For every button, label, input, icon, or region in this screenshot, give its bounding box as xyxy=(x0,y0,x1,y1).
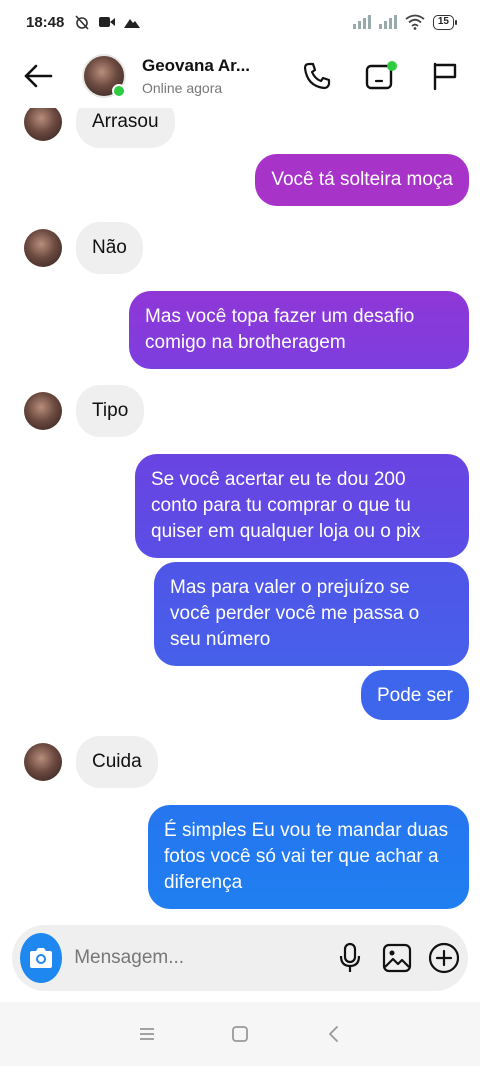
video-active-dot xyxy=(387,61,397,71)
message-outgoing: Pode ser xyxy=(360,670,469,720)
online-indicator xyxy=(112,84,126,98)
plus-circle-icon xyxy=(428,942,460,974)
report-button[interactable] xyxy=(428,59,462,93)
message-composer xyxy=(12,925,468,991)
message-bubble[interactable]: É simples Eu vou te mandar duas fotos vo… xyxy=(148,805,469,909)
message-bubble[interactable]: Se você acertar eu te dou 200 conto para… xyxy=(135,454,469,558)
back-button[interactable] xyxy=(20,58,56,94)
system-nav-bar xyxy=(0,1002,480,1066)
battery-icon: 15 xyxy=(432,14,458,30)
sender-avatar[interactable] xyxy=(24,392,62,430)
wifi-icon xyxy=(405,14,425,30)
signal-icon-2 xyxy=(378,15,397,29)
camera-icon xyxy=(30,948,53,968)
message-outgoing: Mas você topa fazer um desafio comigo na… xyxy=(129,291,469,369)
gallery-button[interactable] xyxy=(382,940,412,976)
status-time: 18:48 xyxy=(26,13,65,31)
message-outgoing: Você tá solteira moça xyxy=(255,154,469,206)
message-incoming: Não xyxy=(24,222,143,274)
phone-icon xyxy=(303,62,331,90)
contact-status: Online agora xyxy=(142,80,223,96)
message-bubble[interactable]: Não xyxy=(76,222,143,274)
message-bubble[interactable]: Cuida xyxy=(76,736,158,788)
flag-icon xyxy=(433,62,457,91)
message-outgoing: Se você acertar eu te dou 200 conto para… xyxy=(135,454,469,558)
sender-avatar[interactable] xyxy=(24,229,62,267)
voice-button[interactable] xyxy=(335,940,365,976)
gallery-icon xyxy=(382,943,411,973)
contact-avatar[interactable] xyxy=(82,54,126,98)
message-incoming: Arrasou xyxy=(24,108,175,148)
sender-avatar[interactable] xyxy=(24,743,62,781)
menu-icon xyxy=(139,1028,154,1040)
alarm-off-icon xyxy=(75,15,89,30)
message-list[interactable]: Arrasou Você tá solteira moça Não Mas vo… xyxy=(0,108,480,922)
signal-icon xyxy=(352,15,371,29)
more-options-button[interactable] xyxy=(428,940,460,976)
video-status-icon xyxy=(99,17,116,27)
system-back-button[interactable] xyxy=(313,1014,353,1054)
microphone-icon xyxy=(340,942,361,972)
contact-info[interactable]: Geovana Ar... Online agora xyxy=(142,56,250,96)
message-outgoing: Mas para valer o prejuízo se você perder… xyxy=(154,562,469,666)
message-incoming: Cuida xyxy=(24,736,158,788)
back-chevron-icon xyxy=(329,1026,339,1042)
message-bubble[interactable]: Mas você topa fazer um desafio comigo na… xyxy=(129,291,469,369)
home-square-icon xyxy=(232,1026,248,1042)
camera-button[interactable] xyxy=(20,933,63,983)
message-incoming: Tipo xyxy=(24,385,145,437)
header-actions xyxy=(300,59,462,93)
status-bar: 18:48 15 xyxy=(0,0,480,44)
video-call-button[interactable] xyxy=(364,59,398,93)
message-outgoing: É simples Eu vou te mandar duas fotos vo… xyxy=(148,805,469,909)
recent-apps-button[interactable] xyxy=(127,1014,167,1054)
status-notification-icons xyxy=(74,14,141,30)
message-bubble[interactable]: Tipo xyxy=(76,385,145,437)
message-bubble[interactable]: Arrasou xyxy=(76,108,175,148)
sender-avatar[interactable] xyxy=(24,108,62,141)
message-bubble[interactable]: Pode ser xyxy=(360,670,469,720)
contact-name: Geovana Ar... xyxy=(142,56,251,75)
mountain-icon xyxy=(124,19,141,28)
call-button[interactable] xyxy=(300,59,334,93)
back-arrow-icon xyxy=(24,64,53,88)
home-button[interactable] xyxy=(220,1014,260,1054)
message-input[interactable] xyxy=(74,947,320,969)
message-bubble[interactable]: Mas para valer o prejuízo se você perder… xyxy=(154,562,469,666)
status-system-icons: 15 xyxy=(352,14,458,30)
chat-header: Geovana Ar... Online agora xyxy=(0,44,480,108)
message-bubble[interactable]: Você tá solteira moça xyxy=(255,154,469,206)
